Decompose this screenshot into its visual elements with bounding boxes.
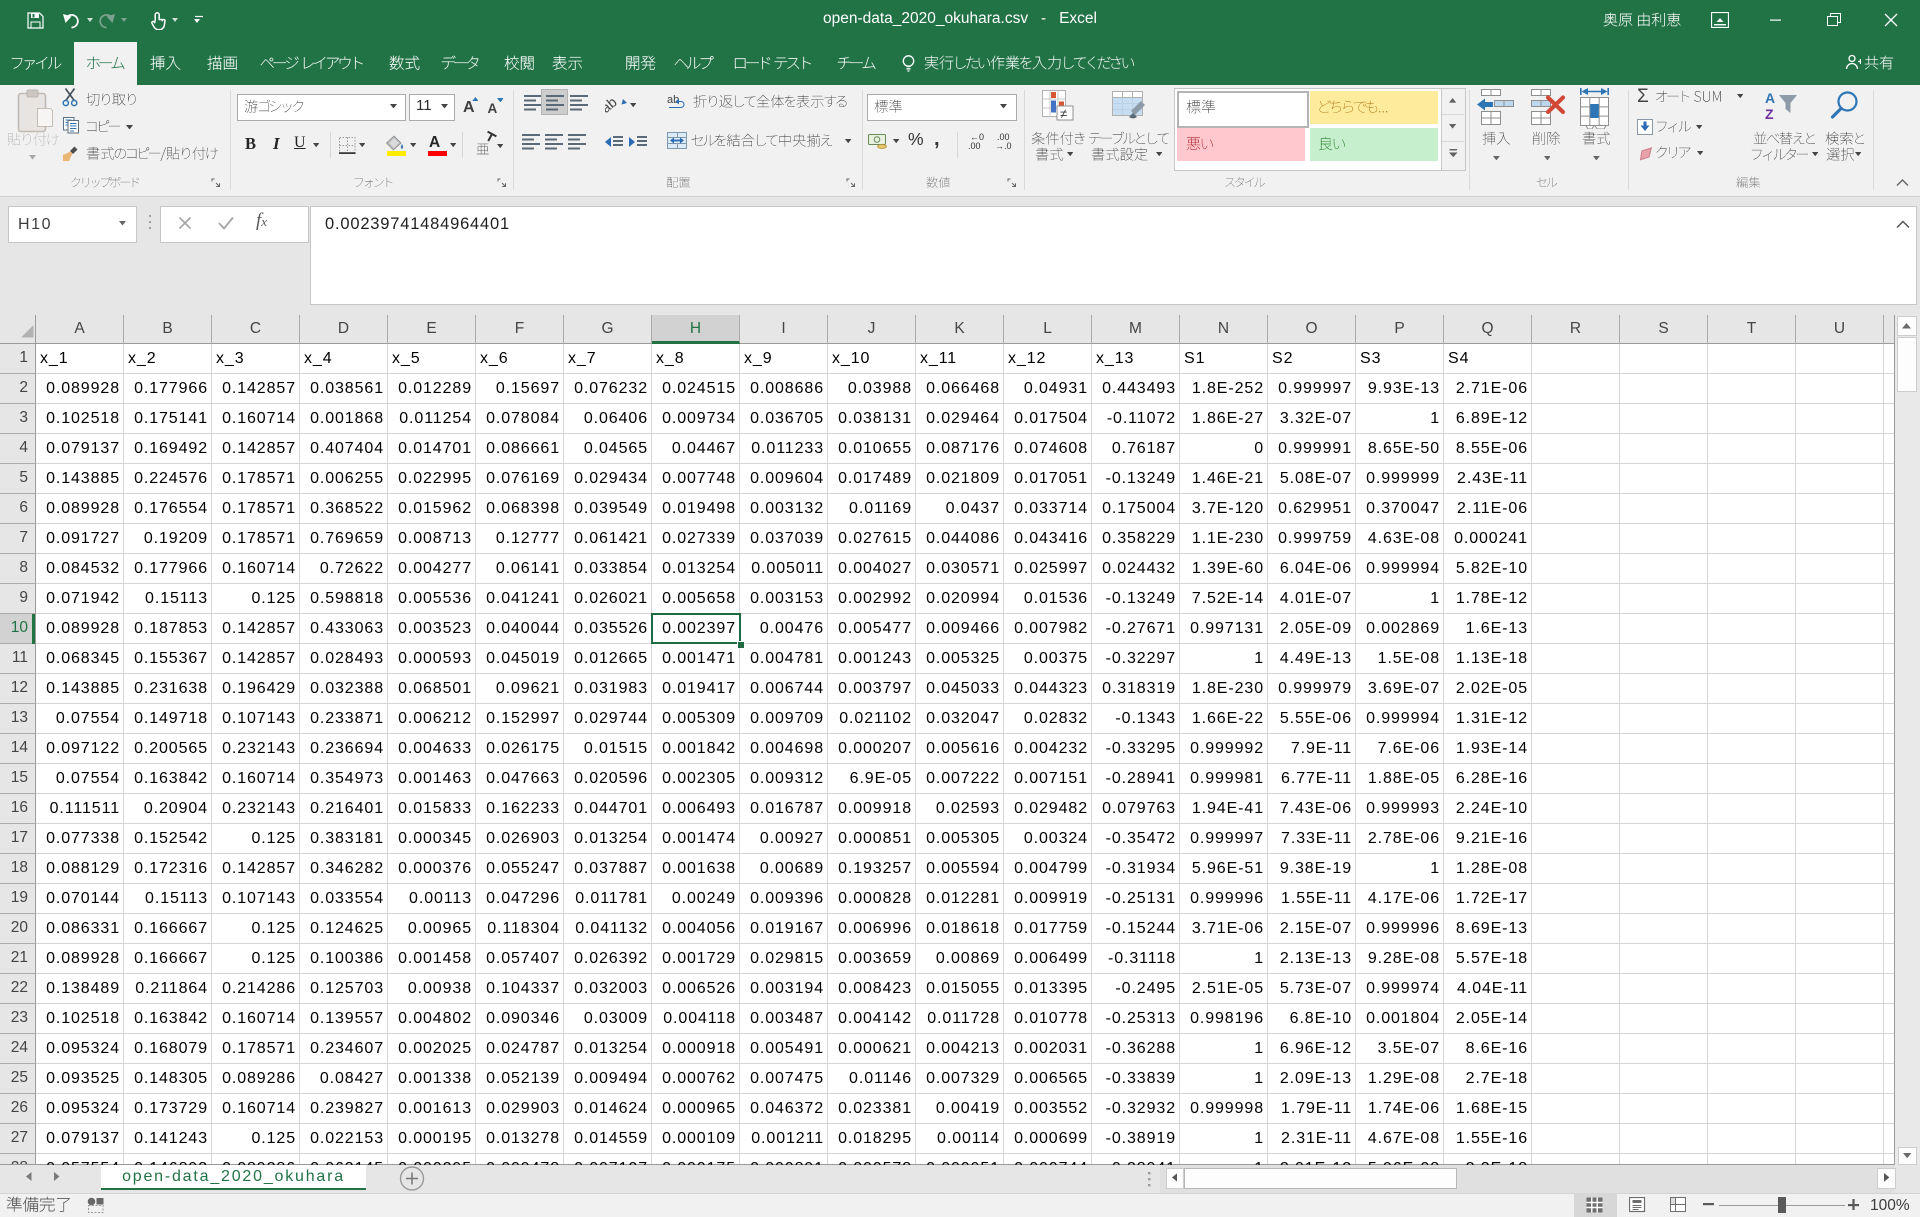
svg-text:ab: ab [605, 95, 620, 115]
svg-text:→.0: →.0 [995, 141, 1012, 150]
svg-text:≠: ≠ [1060, 106, 1067, 121]
svg-text:A: A [1765, 90, 1775, 106]
svg-text:.00: .00 [968, 141, 981, 150]
svg-text:Z: Z [1765, 106, 1774, 122]
